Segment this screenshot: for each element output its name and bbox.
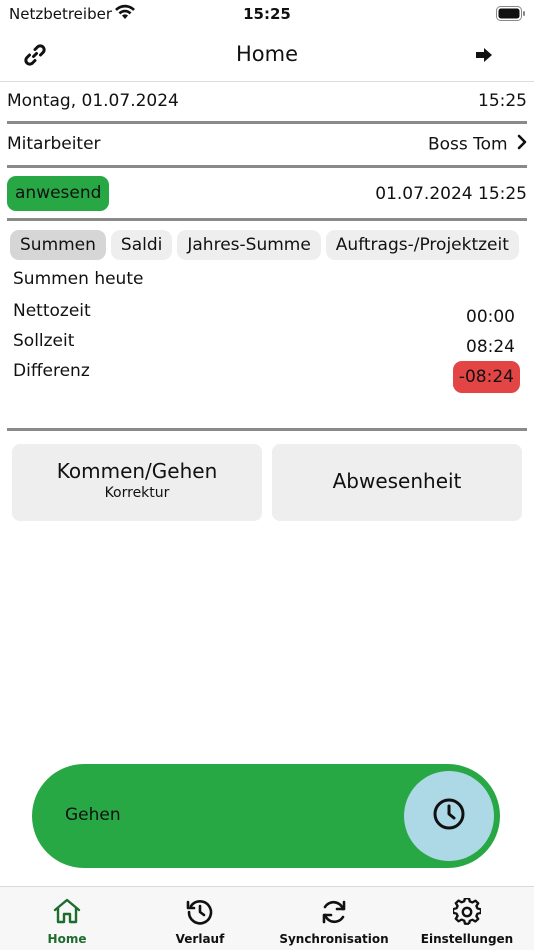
employee-label: Mitarbeiter — [7, 134, 101, 154]
status-bar: Netzbetreiber 15:25 — [0, 0, 534, 30]
current-time: 15:25 — [478, 91, 527, 111]
employee-value[interactable]: Boss Tom — [428, 134, 527, 155]
summary-label: Differenz — [13, 361, 90, 381]
segment-tabs: Summen Saldi Jahres-Summe Auftrags-/Projekt… — [10, 230, 534, 260]
tab-saldi[interactable]: Saldi — [110, 230, 173, 260]
summary-row: Nettozeit 00:00 — [13, 301, 520, 327]
logout-icon[interactable] — [474, 45, 494, 69]
summary-title: Summen heute — [13, 269, 144, 289]
tabbar-label: Home — [47, 932, 87, 946]
summary-label: Sollzeit — [13, 331, 75, 351]
tab-summen[interactable]: Summen — [10, 230, 106, 260]
summary-label: Nettozeit — [13, 301, 91, 321]
tabbar-label: Synchronisation — [279, 932, 389, 946]
slider-knob[interactable] — [404, 771, 494, 861]
gear-icon — [451, 897, 483, 930]
abwesenheit-label: Abwesenheit — [332, 469, 462, 493]
divider — [7, 121, 527, 124]
tabbar-label: Einstellungen — [420, 932, 514, 946]
slider-label: Gehen — [65, 805, 121, 825]
summary-row: Sollzeit 08:24 — [13, 331, 520, 357]
current-date: Montag, 01.07.2024 — [7, 91, 179, 111]
korrektur-label: Korrektur — [104, 485, 170, 501]
status-timestamp: 01.07.2024 15:25 — [375, 184, 527, 204]
tabbar-item-home[interactable]: Home — [17, 887, 117, 950]
tabbar-item-synchronisation[interactable]: Synchronisation — [273, 887, 395, 950]
employee-row[interactable]: Mitarbeiter Boss Tom — [7, 134, 527, 155]
chevron-right-icon — [517, 134, 527, 155]
difference-badge: -08:24 — [452, 361, 520, 393]
tabbar-item-einstellungen[interactable]: Einstellungen — [413, 887, 521, 950]
status-time: 15:25 — [243, 5, 291, 23]
tab-bar: Home Verlauf Synchronisation Einstellung… — [0, 886, 534, 950]
battery-icon — [496, 6, 526, 25]
divider — [7, 218, 527, 221]
tabbar-label: Verlauf — [175, 932, 225, 946]
clock-icon — [432, 797, 466, 835]
gehen-slider[interactable]: Gehen — [32, 764, 500, 868]
employee-name: Boss Tom — [427, 134, 508, 155]
page-title: Home — [235, 42, 298, 66]
date-row: Montag, 01.07.2024 15:25 — [7, 91, 527, 111]
navigation-bar: Home — [0, 30, 534, 82]
tabbar-item-verlauf[interactable]: Verlauf — [150, 887, 250, 950]
status-badge: anwesend — [7, 176, 110, 211]
summary-value: 00:00 — [466, 307, 515, 327]
divider — [7, 428, 527, 431]
divider — [7, 165, 527, 168]
history-icon — [186, 898, 214, 930]
sync-icon — [320, 898, 348, 930]
kommen-gehen-label: Kommen/Gehen — [56, 459, 218, 483]
tab-auftrags-projektzeit[interactable]: Auftrags-/Projektzeit — [325, 230, 519, 260]
tab-jahres-summe[interactable]: Jahres-Summe — [177, 230, 321, 260]
summary-row: Differenz -08:24 — [13, 361, 520, 393]
summary-value: 08:24 — [466, 337, 515, 357]
abwesenheit-button[interactable]: Abwesenheit — [272, 444, 522, 521]
kommen-gehen-button[interactable]: Kommen/Gehen Korrektur — [12, 444, 262, 521]
home-icon — [52, 898, 82, 928]
